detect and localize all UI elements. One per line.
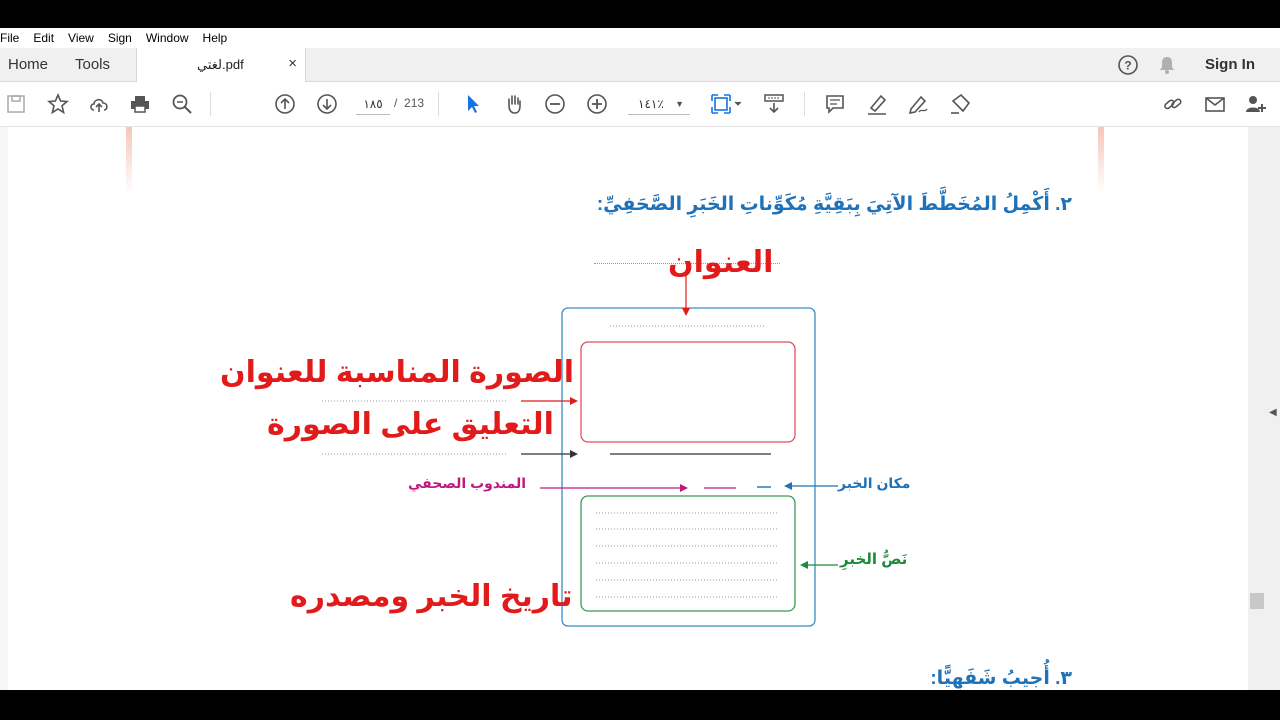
star-icon[interactable] [46,92,70,116]
email-icon[interactable] [1203,92,1227,116]
zoom-in-icon[interactable] [585,92,609,116]
zoom-level-select[interactable]: ١٤١٪ ▼ [628,94,690,115]
label-reporter: المندوب الصحفي [408,475,527,491]
svg-text:?: ? [1124,58,1131,72]
total-pages: 213 [404,96,425,110]
screen-bottom-bar [0,690,1280,720]
menu-edit[interactable]: Edit [33,31,54,45]
draw-sign-icon[interactable] [906,92,930,116]
page-separator: / [394,96,398,110]
next-page-icon[interactable] [315,92,339,116]
fit-page-icon[interactable] [710,92,744,116]
menu-sign[interactable]: Sign [108,31,132,45]
right-panel-handle[interactable]: ◀ [1266,127,1280,690]
add-user-icon[interactable] [1244,92,1268,116]
newspaper-diagram [322,273,838,627]
help-icon[interactable]: ? [1117,54,1139,76]
print-icon[interactable] [128,92,152,116]
tab-bar: Home Tools لغتي.pdf × ? Sign In [0,48,1280,82]
previous-page-icon[interactable] [273,92,297,116]
close-tab-button[interactable]: × [288,55,297,72]
label-news-text: نَصُّ الخبرِ [840,551,908,568]
menu-window[interactable]: Window [146,31,189,45]
answer-image: الصورة المناسبة للعنوان [220,356,575,389]
document-view[interactable]: ٢. أَكْمِلُ المُخَطَّطَ الآتِيَ بِبَقِيَ… [0,127,1248,690]
bell-icon[interactable] [1157,55,1177,75]
answer-date-source: تاريخ الخبر ومصدره [290,580,573,613]
app-window: File Edit View Sign Window Help Home Too… [0,28,1280,690]
zoom-out-icon[interactable] [543,92,567,116]
menu-view[interactable]: View [68,31,94,45]
search-zoom-icon[interactable] [170,92,194,116]
menu-file[interactable]: File [0,31,19,45]
toolbar-separator [438,92,439,116]
toolbar-separator [210,92,211,116]
page-count: / 213 [394,96,424,110]
scrollbar-thumb[interactable] [1250,593,1264,609]
save-icon[interactable] [4,92,28,116]
zoom-level-value: ١٤١٪ [638,97,664,111]
tab-home[interactable]: Home [8,48,48,81]
toolbar-separator [804,92,805,116]
stamp-icon[interactable] [948,92,972,116]
upload-cloud-icon[interactable] [87,92,111,116]
share-link-icon[interactable] [1161,92,1185,116]
question-3-heading: ٣. أُجيبُ شَفَهِيًّا: [930,668,1072,689]
chevron-down-icon: ▼ [675,99,684,109]
scroll-mode-icon[interactable] [762,92,786,116]
tab-document[interactable]: لغتي.pdf × [136,48,306,82]
toolbar: ١٨٥ / 213 ١٤١٪ ▼ [0,82,1280,127]
comment-icon[interactable] [823,92,847,116]
hand-tool-icon[interactable] [502,92,526,116]
select-cursor-icon[interactable] [461,92,485,116]
tab-document-name: لغتي.pdf [197,57,244,72]
left-panel-handle[interactable] [0,127,8,690]
answer-caption: التعليق على الصورة [267,408,554,441]
menu-bar: File Edit View Sign Window Help [0,28,1280,48]
vertical-scrollbar[interactable] [1248,127,1266,690]
page-number-input[interactable]: ١٨٥ [356,94,390,115]
chevron-left-icon[interactable]: ◀ [1269,407,1277,418]
label-news-place: مكان الخبر [838,475,911,491]
highlight-pen-icon[interactable] [865,92,889,116]
menu-help[interactable]: Help [203,31,228,45]
tab-tools[interactable]: Tools [75,48,110,81]
sign-in-button[interactable]: Sign In [1205,56,1255,73]
